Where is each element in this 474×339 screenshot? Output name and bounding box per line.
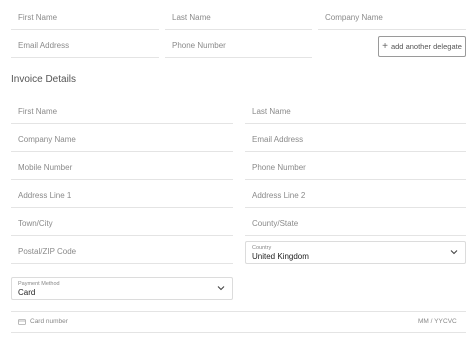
invoice-county-placeholder: County/State (252, 219, 299, 228)
delegate-first-name-placeholder: First Name (18, 13, 58, 22)
card-expiry-placeholder: MM / YY (418, 318, 443, 325)
delegate-last-name-field[interactable]: Last Name (165, 8, 312, 30)
delegate-phone-field[interactable]: Phone Number (165, 36, 312, 58)
plus-icon: + (382, 40, 388, 52)
payment-method-value: Card (18, 288, 36, 297)
invoice-phone-placeholder: Phone Number (252, 163, 306, 172)
invoice-town-placeholder: Town/City (18, 219, 53, 228)
card-input[interactable]: Card number MM / YY CVC (11, 311, 466, 333)
delegate-company-name-field[interactable]: Company Name (318, 8, 466, 30)
invoice-mobile-field[interactable]: Mobile Number (11, 158, 233, 180)
invoice-last-name-field[interactable]: Last Name (245, 102, 466, 124)
invoice-town-field[interactable]: Town/City (11, 214, 233, 236)
chevron-down-icon (217, 286, 225, 291)
invoice-first-name-placeholder: First Name (18, 107, 58, 116)
payment-method-label: Payment Method (18, 281, 60, 287)
invoice-address1-field[interactable]: Address Line 1 (11, 186, 233, 208)
invoice-first-name-field[interactable]: First Name (11, 102, 233, 124)
registration-form: First Name Last Name Company Name Email … (0, 0, 474, 339)
add-delegate-label: add another delegate (390, 42, 462, 51)
card-cvc-placeholder: CVC (443, 318, 457, 325)
invoice-postal-placeholder: Postal/ZIP Code (18, 247, 77, 256)
invoice-postal-field[interactable]: Postal/ZIP Code (11, 242, 233, 264)
card-number-placeholder: Card number (30, 318, 68, 325)
invoice-mobile-placeholder: Mobile Number (18, 163, 73, 172)
invoice-company-name-placeholder: Company Name (18, 135, 76, 144)
invoice-phone-field[interactable]: Phone Number (245, 158, 466, 180)
delegate-email-placeholder: Email Address (18, 41, 70, 50)
invoice-address1-placeholder: Address Line 1 (18, 191, 72, 200)
country-select[interactable]: Country United Kingdom (245, 241, 466, 264)
delegate-phone-placeholder: Phone Number (172, 41, 226, 50)
country-value: United Kingdom (252, 252, 309, 261)
delegate-email-field[interactable]: Email Address (11, 36, 159, 58)
invoice-last-name-placeholder: Last Name (252, 107, 291, 116)
chevron-down-icon (450, 250, 458, 255)
invoice-address2-field[interactable]: Address Line 2 (245, 186, 466, 208)
invoice-company-name-field[interactable]: Company Name (11, 130, 233, 152)
payment-method-select[interactable]: Payment Method Card (11, 277, 233, 300)
invoice-county-field[interactable]: County/State (245, 214, 466, 236)
country-label: Country (252, 245, 272, 251)
delegate-last-name-placeholder: Last Name (172, 13, 211, 22)
delegate-company-name-placeholder: Company Name (325, 13, 383, 22)
invoice-email-placeholder: Email Address (252, 135, 304, 144)
invoice-section-title: Invoice Details (11, 74, 77, 85)
delegate-first-name-field[interactable]: First Name (11, 8, 159, 30)
invoice-email-field[interactable]: Email Address (245, 130, 466, 152)
invoice-address2-placeholder: Address Line 2 (252, 191, 306, 200)
add-delegate-button[interactable]: + add another delegate (378, 36, 466, 57)
credit-card-icon (18, 319, 26, 325)
